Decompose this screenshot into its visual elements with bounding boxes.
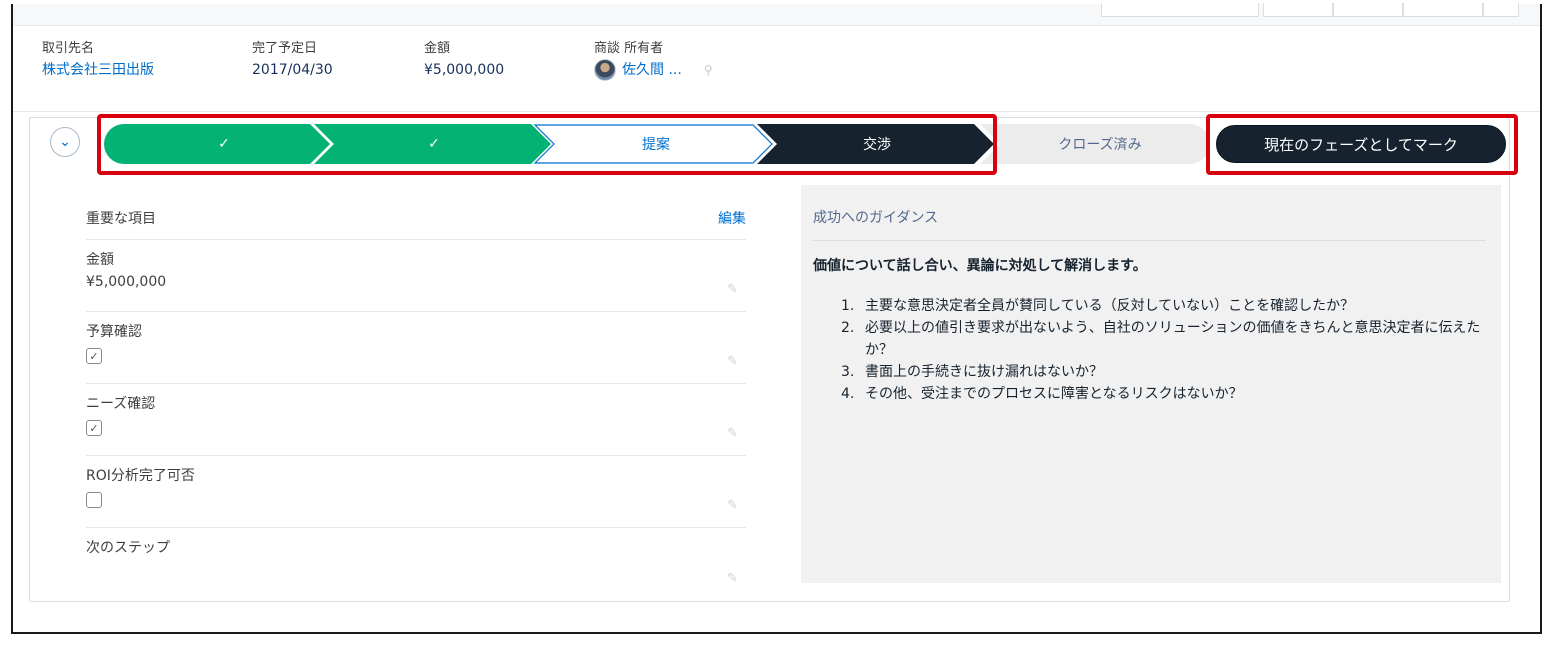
roi-analysis-checkbox[interactable]	[86, 492, 102, 508]
owner-value: 佐久間 ... ⚲	[594, 59, 713, 81]
budget-confirmed-checkbox[interactable]: ✓	[86, 348, 102, 364]
list-number: 4.	[841, 386, 855, 402]
checkmark-icon: ✓	[89, 421, 99, 435]
guidance-list: 1. 主要な意思決定者全員が賛同している（反対していない）ことを確認したか？ 2.…	[841, 295, 1481, 405]
pencil-icon[interactable]: ✎	[727, 498, 738, 513]
key-field-amount: 金額 ¥5,000,000 ✎	[86, 240, 746, 312]
key-fields-header: 重要な項目 編集	[86, 196, 746, 240]
field-label: 次のステップ	[86, 540, 170, 556]
key-fields-title: 重要な項目	[86, 210, 156, 227]
guidance-title: 成功へのガイダンス	[813, 210, 939, 226]
change-owner-icon[interactable]: ⚲	[704, 59, 713, 81]
highlight-close-date: 完了予定日 2017/04/30	[252, 40, 333, 81]
guidance-lead: 価値について話し合い、異論に対処して解消します。	[813, 258, 1147, 274]
field-label: 金額	[86, 252, 114, 268]
toolbar-button[interactable]	[1403, 3, 1483, 17]
highlight-label: 完了予定日	[252, 41, 318, 56]
divider	[813, 240, 1486, 241]
highlight-label: 商談 所有者	[594, 41, 664, 56]
guidance-panel: 成功へのガイダンス 価値について話し合い、異論に対処して解消します。 1. 主要な…	[801, 185, 1501, 583]
list-text: 主要な意思決定者全員が賛同している（反対していない）ことを確認したか？	[865, 298, 1355, 314]
chevron-down-icon[interactable]: ⌄	[50, 127, 80, 157]
field-label: 予算確認	[86, 324, 142, 340]
highlight-account: 取引先名 株式会社三田出版	[42, 40, 154, 81]
key-field-budget-confirmed: 予算確認 ✓ ✎	[86, 312, 746, 384]
list-number: 1.	[841, 298, 855, 314]
needs-confirmed-checkbox[interactable]: ✓	[86, 420, 102, 436]
list-item: 4. その他、受注までのプロセスに障害となるリスクはないか？	[841, 383, 1481, 405]
highlights-panel: 取引先名 株式会社三田出版 完了予定日 2017/04/30 金額 ¥5,000…	[13, 26, 1540, 112]
highlight-box-mark-button	[1206, 114, 1518, 175]
highlight-owner: 商談 所有者 佐久間 ... ⚲	[594, 40, 713, 81]
highlight-amount: 金額 ¥5,000,000	[424, 40, 504, 81]
field-label: ROI分析完了可否	[86, 468, 195, 484]
highlight-label: 取引先名	[42, 41, 95, 56]
list-text: 書面上の手続きに抜け漏れはないか？	[865, 364, 1103, 380]
list-text: その他、受注までのプロセスに障害となるリスクはないか？	[865, 386, 1243, 402]
field-label: ニーズ確認	[86, 396, 156, 412]
toolbar-button[interactable]	[1101, 3, 1259, 17]
highlight-label: 金額	[424, 41, 451, 56]
key-field-next-step: 次のステップ ✎	[86, 528, 746, 600]
key-field-needs-confirmed: ニーズ確認 ✓ ✎	[86, 384, 746, 456]
key-field-roi-analysis: ROI分析完了可否 ✎	[86, 456, 746, 528]
account-link[interactable]: 株式会社三田出版	[42, 59, 154, 81]
pencil-icon[interactable]: ✎	[727, 426, 738, 441]
highlight-box-path	[97, 114, 997, 175]
toolbar-button[interactable]	[1263, 3, 1333, 17]
amount-value: ¥5,000,000	[424, 62, 505, 78]
list-item: 3. 書面上の手続きに抜け漏れはないか？	[841, 361, 1481, 383]
field-value: ¥5,000,000	[86, 274, 167, 290]
pencil-icon[interactable]: ✎	[727, 354, 738, 369]
avatar[interactable]	[594, 59, 616, 81]
edit-key-fields-button[interactable]: 編集	[718, 208, 746, 228]
close-date-value: 2017/04/30	[252, 62, 333, 78]
owner-link[interactable]: 佐久間 ...	[622, 59, 682, 81]
list-item: 2. 必要以上の値引き要求が出ないよう、自社のソリューションの価値をきちんと意思決…	[841, 317, 1481, 361]
key-fields-panel: 重要な項目 編集 金額 ¥5,000,000 ✎ 予算確認 ✓ ✎ ニーズ確認 …	[86, 196, 746, 600]
pencil-icon[interactable]: ✎	[727, 571, 738, 586]
checkmark-icon: ✓	[89, 349, 99, 363]
toolbar-button[interactable]	[1333, 3, 1403, 17]
path-stage-upcoming[interactable]: クローズ済み	[1010, 124, 1190, 164]
list-number: 3.	[841, 364, 855, 380]
list-number: 2.	[841, 320, 855, 336]
toolbar-dropdown-button[interactable]	[1483, 3, 1519, 17]
list-text: 必要以上の値引き要求が出ないよう、自社のソリューションの価値をきちんと意思決定者…	[865, 320, 1481, 358]
top-toolbar-strip	[13, 3, 1540, 26]
list-item: 1. 主要な意思決定者全員が賛同している（反対していない）ことを確認したか？	[841, 295, 1481, 317]
pencil-icon[interactable]: ✎	[727, 282, 738, 297]
